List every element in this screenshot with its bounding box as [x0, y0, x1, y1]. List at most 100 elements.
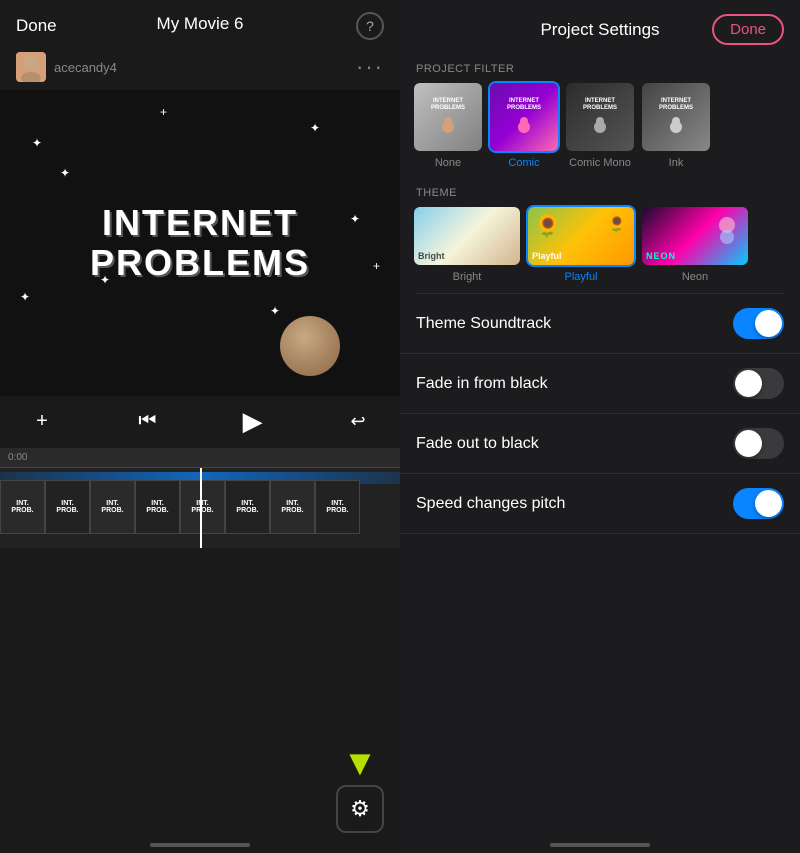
undo-icon: ↩ — [350, 411, 365, 432]
film-strip[interactable]: INT.PROB. INT.PROB. INT.PROB. INT.PROB. … — [0, 480, 360, 536]
film-frame-4: INT.PROB. — [135, 480, 180, 534]
left-header-left: Done — [16, 16, 57, 36]
speed-pitch-toggle[interactable] — [733, 488, 784, 519]
toggle-rows: Theme Soundtrack Fade in from black Fade… — [400, 294, 800, 534]
fade-in-toggle[interactable] — [733, 368, 784, 399]
filter-scroll[interactable]: INTERNETPROBLEMS None INTERNETPROBLEMS C… — [400, 81, 800, 179]
fade-out-toggle[interactable] — [733, 428, 784, 459]
done-button-left[interactable]: Done — [16, 16, 57, 36]
filter-comic-preview: INTERNETPROBLEMS — [490, 83, 558, 151]
rewind-button[interactable]: ⏮ — [129, 404, 165, 440]
movie-title: My Movie 6 — [157, 14, 244, 34]
filter-comic-mono-label: Comic Mono — [569, 157, 631, 169]
theme-neon-label: Neon — [682, 271, 708, 283]
gear-icon: ⚙ — [350, 796, 370, 822]
film-frame-5: INT.PROB. — [180, 480, 225, 534]
help-button[interactable]: ? — [356, 12, 384, 40]
username-label: acecandy4 — [54, 60, 117, 75]
more-options-button[interactable]: ··· — [356, 54, 384, 80]
home-indicator-right — [550, 843, 650, 847]
question-mark-icon: ? — [366, 18, 374, 34]
star-8: ✦ — [270, 304, 280, 318]
filter-section-label: PROJECT FILTER — [400, 55, 800, 81]
speed-pitch-knob — [755, 490, 782, 517]
film-frame-8: INT.PROB. — [315, 480, 360, 534]
filter-comic-item[interactable]: INTERNETPROBLEMS Comic — [488, 81, 560, 169]
filter-none-item[interactable]: INTERNETPROBLEMS None — [412, 81, 484, 169]
filter-comic-thumb[interactable]: INTERNETPROBLEMS — [488, 81, 560, 153]
right-header: Project Settings Done — [400, 0, 800, 55]
filter-ink-label: Ink — [669, 157, 684, 169]
timeline-area[interactable]: 0:00 INT.PROB. INT.PROB. INT.PROB. INT.P… — [0, 448, 400, 548]
theme-neon-preview: NEON — [642, 207, 748, 265]
left-header-right: ? — [356, 12, 384, 40]
star-4: ✦ — [350, 212, 360, 226]
toggle-row-theme-soundtrack: Theme Soundtrack — [400, 294, 800, 354]
theme-soundtrack-toggle[interactable] — [733, 308, 784, 339]
star-1: ✦ — [32, 136, 42, 150]
theme-bright-item[interactable]: Bright Bright — [412, 205, 522, 283]
toggle-row-fade-out: Fade out to black — [400, 414, 800, 474]
filter-comic-mono-thumb[interactable]: INTERNETPROBLEMS — [564, 81, 636, 153]
filter-comic-mono-preview: INTERNETPROBLEMS — [566, 83, 634, 151]
star-3: ✦ — [310, 121, 320, 135]
theme-bright-preview: Bright — [414, 207, 520, 265]
star-5: ✦ — [20, 290, 30, 304]
toggle-row-fade-in: Fade in from black — [400, 354, 800, 414]
theme-neon-thumb[interactable]: NEON — [640, 205, 750, 267]
filter-none-label: None — [435, 157, 461, 169]
theme-playful-preview: 🌻 🌻 Playful — [528, 207, 634, 265]
theme-bright-label: Bright — [453, 271, 482, 283]
rewind-icon: ⏮ — [138, 410, 156, 433]
arrow-down-icon: ▼ — [342, 745, 378, 781]
filter-ink-preview: INTERNETPROBLEMS — [642, 83, 710, 151]
theme-bright-thumb[interactable]: Bright — [412, 205, 522, 267]
fade-out-knob — [735, 430, 762, 457]
playhead — [200, 468, 202, 548]
film-frame-3: INT.PROB. — [90, 480, 135, 534]
speed-pitch-label: Speed changes pitch — [416, 495, 565, 513]
add-clip-button[interactable]: + — [24, 404, 60, 440]
right-bottom-spacer — [400, 534, 800, 853]
theme-scroll[interactable]: Bright Bright 🌻 🌻 Playful Playful NEON — [400, 205, 800, 293]
theme-soundtrack-knob — [755, 310, 782, 337]
timeline-track[interactable]: INT.PROB. INT.PROB. INT.PROB. INT.PROB. … — [0, 468, 400, 548]
fade-out-label: Fade out to black — [416, 435, 539, 453]
filter-ink-thumb[interactable]: INTERNETPROBLEMS — [640, 81, 712, 153]
video-line2: PROBLEMS — [90, 243, 310, 283]
play-button[interactable]: ▶ — [235, 404, 271, 440]
video-line1: INTERNET — [90, 203, 310, 243]
fade-in-label: Fade in from black — [416, 375, 548, 393]
timeline-ruler: 0:00 — [0, 448, 400, 468]
filter-comic-label: Comic — [508, 157, 539, 169]
settings-button[interactable]: ⚙ — [336, 785, 384, 833]
filter-comic-mono-item[interactable]: INTERNETPROBLEMS Comic Mono — [564, 81, 636, 169]
bottom-bar: ▼ ⚙ — [0, 737, 400, 853]
undo-button[interactable]: ↩ — [340, 404, 376, 440]
film-frame-7: INT.PROB. — [270, 480, 315, 534]
theme-playful-label: Playful — [564, 271, 597, 283]
left-panel: Done My Movie 6 ? acecandy4 ··· ✦ ✦ ✦ ✦ … — [0, 0, 400, 853]
filter-ink-item[interactable]: INTERNETPROBLEMS Ink — [640, 81, 712, 169]
left-header: Done My Movie 6 ? — [0, 0, 400, 52]
star-9: + — [160, 105, 167, 119]
fade-in-knob — [735, 370, 762, 397]
transport-controls: + ⏮ ▶ ↩ — [0, 396, 400, 448]
theme-neon-item[interactable]: NEON Neon — [640, 205, 750, 283]
star-2: ✦ — [60, 166, 70, 180]
video-text: INTERNET PROBLEMS — [90, 203, 310, 282]
filter-none-preview: INTERNETPROBLEMS — [414, 83, 482, 151]
theme-soundtrack-label: Theme Soundtrack — [416, 315, 551, 333]
bottom-spacer — [0, 548, 400, 738]
user-row: acecandy4 ··· — [0, 52, 400, 90]
done-button-right[interactable]: Done — [712, 14, 784, 45]
avatar — [16, 52, 46, 82]
right-panel: Project Settings Done PROJECT FILTER INT… — [400, 0, 800, 853]
settings-title: Project Settings — [540, 20, 659, 40]
theme-playful-item[interactable]: 🌻 🌻 Playful Playful — [526, 205, 636, 283]
film-frame-1: INT.PROB. — [0, 480, 45, 534]
theme-playful-thumb[interactable]: 🌻 🌻 Playful — [526, 205, 636, 267]
play-icon: ▶ — [243, 406, 263, 437]
film-frame-2: INT.PROB. — [45, 480, 90, 534]
filter-none-thumb[interactable]: INTERNETPROBLEMS — [412, 81, 484, 153]
